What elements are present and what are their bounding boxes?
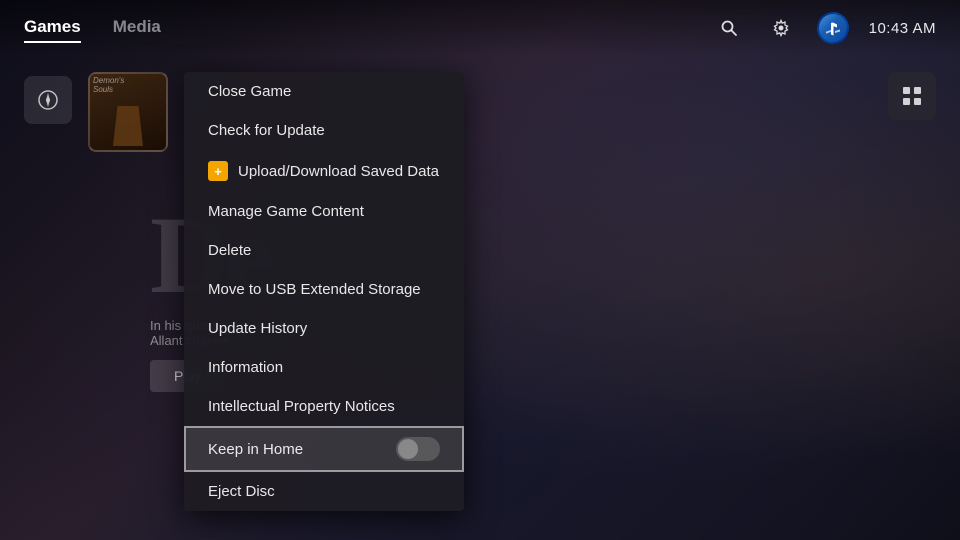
right-actions (888, 72, 936, 120)
search-icon[interactable] (713, 12, 745, 44)
menu-item-ip-notices[interactable]: Intellectual Property Notices (184, 387, 464, 426)
menu-item-upload-download[interactable]: + Upload/Download Saved Data (184, 150, 464, 192)
keep-home-toggle[interactable] (396, 437, 440, 461)
tab-games[interactable]: Games (24, 13, 81, 43)
clock: 10:43 AM (869, 20, 936, 37)
settings-icon[interactable] (765, 12, 797, 44)
content-area: Demon's Souls Demon'sSouls Close Game Ch… (0, 56, 960, 540)
nav-tabs: Games Media (24, 13, 713, 43)
menu-item-close[interactable]: Close Game (184, 72, 464, 111)
menu-item-delete[interactable]: Delete (184, 231, 464, 270)
topbar: Games Media (0, 0, 960, 56)
toggle-knob (398, 439, 418, 459)
context-menu: Close Game Check for Update + Upload/Dow… (184, 72, 464, 511)
sidebar (24, 72, 72, 124)
menu-item-update-history[interactable]: Update History (184, 309, 464, 348)
menu-item-manage-content[interactable]: Manage Game Content (184, 192, 464, 231)
menu-item-eject-disc[interactable]: Eject Disc (184, 472, 464, 511)
grid-icon (900, 84, 924, 108)
search-svg (719, 18, 739, 38)
ps-logo-svg (824, 19, 842, 37)
tab-media[interactable]: Media (113, 13, 161, 43)
topbar-right: 10:43 AM (713, 12, 936, 44)
toggle-track[interactable] (396, 437, 440, 461)
game-thumbnail[interactable]: Demon's Souls Demon'sSouls (88, 72, 168, 152)
menu-item-information[interactable]: Information (184, 348, 464, 387)
grid-view-button[interactable] (888, 72, 936, 120)
compass-icon[interactable] (24, 76, 72, 124)
menu-item-move-usb[interactable]: Move to USB Extended Storage (184, 270, 464, 309)
menu-item-keep-home[interactable]: Keep in Home (184, 426, 464, 472)
ps-logo[interactable] (817, 12, 849, 44)
gear-svg (771, 18, 791, 38)
ps-plus-icon: + (208, 161, 228, 181)
ps-logo-inner (819, 14, 847, 42)
menu-item-check-update[interactable]: Check for Update (184, 111, 464, 150)
